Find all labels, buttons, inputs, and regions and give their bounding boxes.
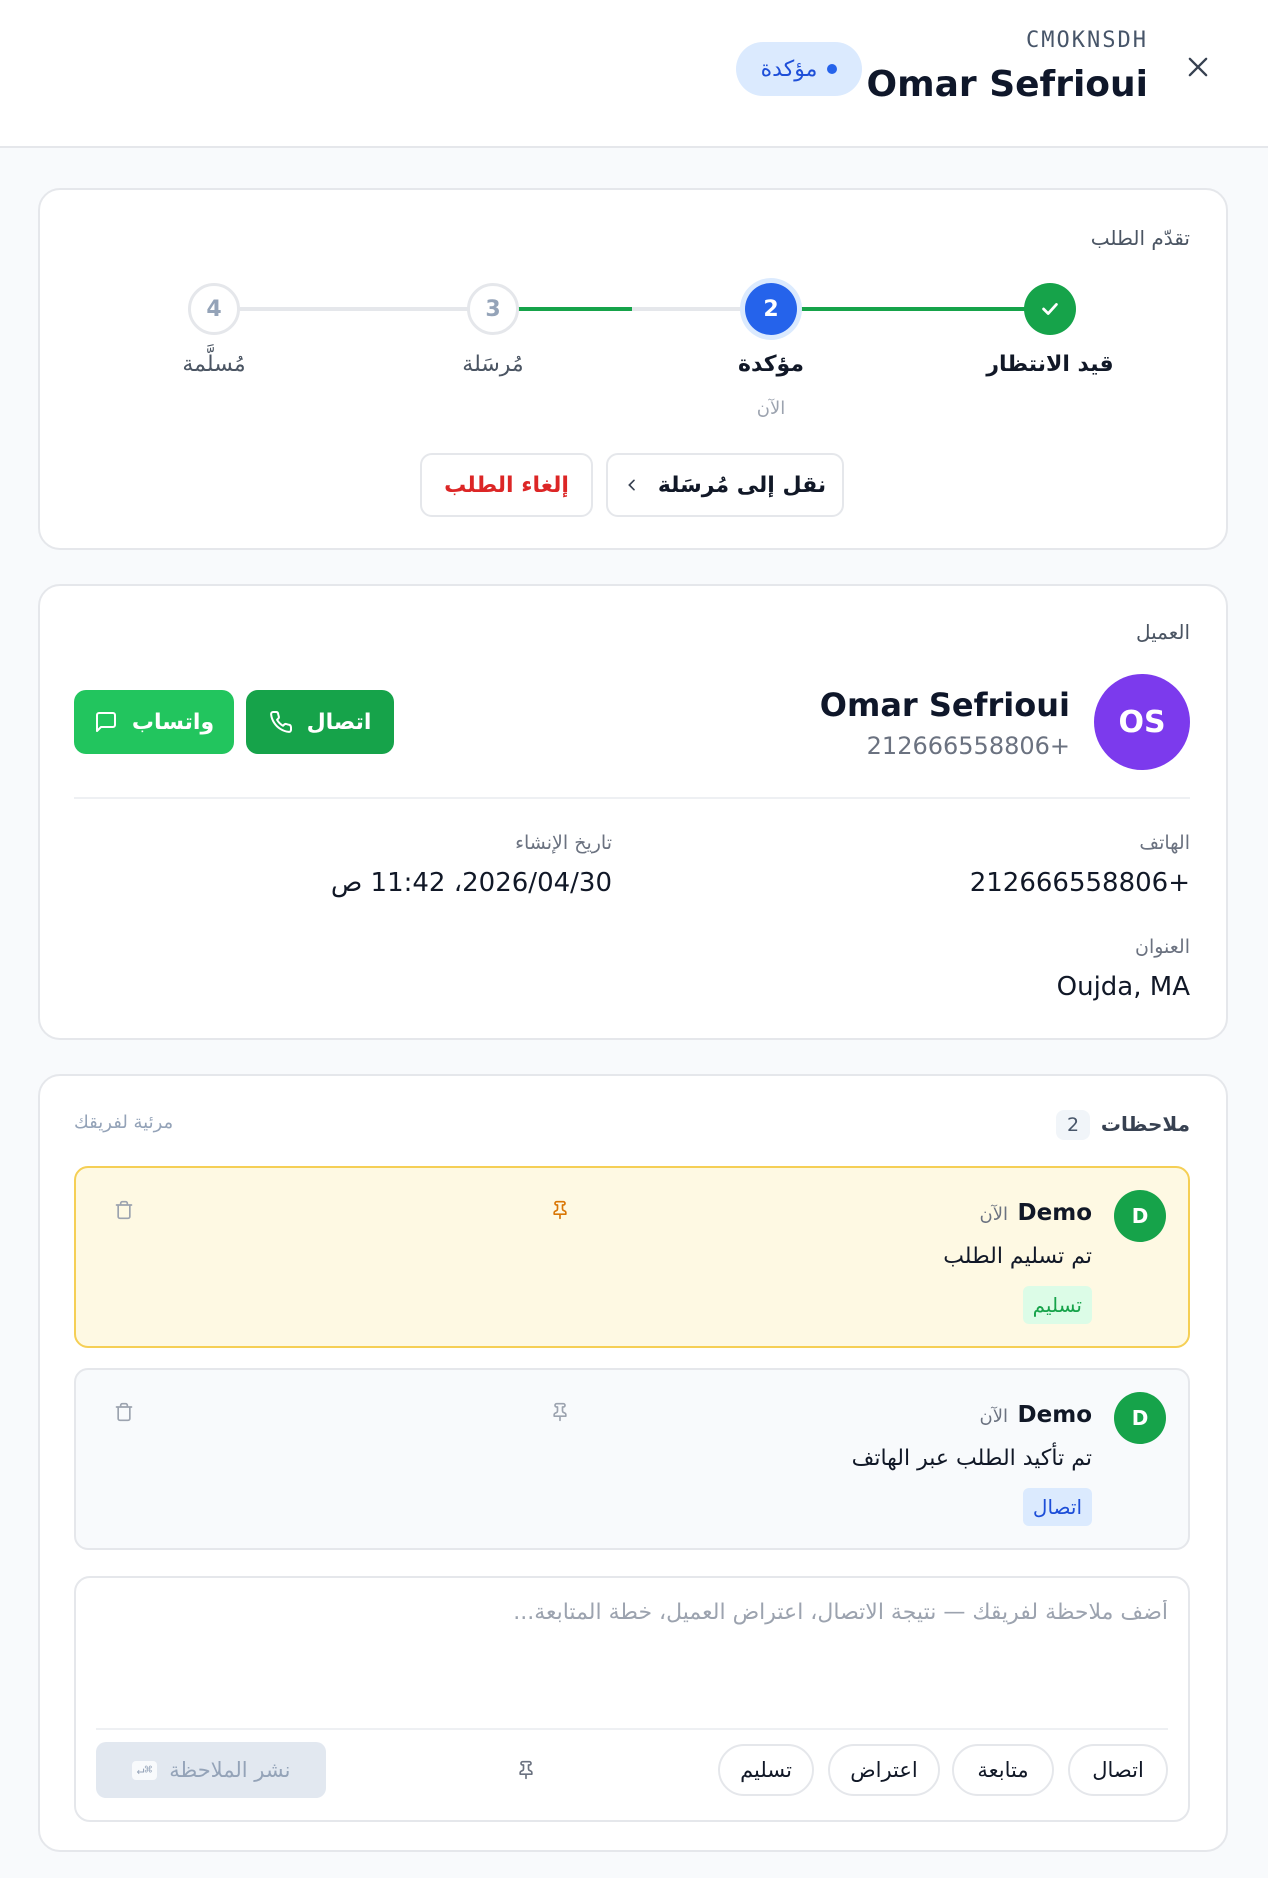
note-input[interactable] <box>98 1600 1168 1720</box>
notes-visibility-label: مرئية لفريقك <box>74 1112 174 1133</box>
close-icon[interactable] <box>1178 50 1218 90</box>
note-item: D Demo الآن تم تسليم الطلب تسليم <box>74 1166 1190 1348</box>
note-tag: اتصال <box>1022 1488 1092 1526</box>
call-button[interactable]: اتصال <box>246 690 394 754</box>
post-note-label: نشر الملاحظة <box>169 1758 291 1782</box>
step-delivered-label: مُسلَّمة <box>182 352 246 377</box>
note-author-avatar: D <box>1114 1190 1166 1242</box>
phone-field-value: 212666558806+ <box>969 868 1190 898</box>
progress-line-2-3 <box>632 307 744 311</box>
address-field-label: العنوان <box>1134 936 1190 958</box>
customer-card <box>38 584 1228 1040</box>
post-note-button[interactable]: نشر الملاحظة ⌘↵ <box>96 1742 326 1798</box>
note-composer: اتصال متابعة اعتراض تسليم نشر الملاحظة ⌘… <box>74 1576 1190 1822</box>
note-time: الآن <box>979 1406 1009 1427</box>
customer-divider <box>74 797 1190 799</box>
customer-name: Omar Sefrioui <box>819 686 1070 724</box>
pin-icon[interactable] <box>546 1196 574 1224</box>
address-field-value: Oujda, MA <box>1056 972 1190 1002</box>
trash-icon[interactable] <box>110 1398 138 1426</box>
status-dot-icon <box>827 64 838 74</box>
chip-call[interactable]: اتصال <box>1068 1744 1168 1796</box>
whatsapp-button[interactable]: واتساب <box>74 690 234 754</box>
phone-icon <box>269 710 292 733</box>
note-author: Demo <box>1017 1200 1092 1226</box>
chip-delivery[interactable]: تسليم <box>718 1744 814 1796</box>
step-pending-label: قيد الانتظار <box>986 352 1114 377</box>
cancel-button-label: إلغاء الطلب <box>444 472 569 498</box>
note-tag: تسليم <box>1022 1286 1092 1324</box>
status-badge-label: مؤكدة <box>760 56 818 82</box>
call-button-label: اتصال <box>306 709 372 735</box>
step-pending-circle <box>1024 283 1076 335</box>
customer-phone: 212666558806+ <box>866 732 1070 760</box>
page-title: Omar Sefrioui <box>866 64 1149 105</box>
note-time: الآن <box>979 1204 1009 1225</box>
step-shipped-label: مُرسَلة <box>462 352 524 377</box>
note-text: تم تسليم الطلب <box>943 1244 1092 1269</box>
composer-divider <box>96 1728 1168 1730</box>
message-icon <box>95 712 116 732</box>
move-to-shipped-button[interactable]: نقل إلى مُرسَلة <box>606 453 844 517</box>
avatar: OS <box>1094 674 1190 770</box>
trash-icon[interactable] <box>110 1196 138 1224</box>
progress-section-label: تقدّم الطلب <box>1090 226 1190 250</box>
phone-field-label: الهاتف <box>1139 832 1190 854</box>
shortcut-hint: ⌘↵ <box>131 1760 158 1780</box>
created-field-value: 2026/04/30، 11:42 ص <box>330 868 612 898</box>
step-shipped-circle: 3 <box>467 283 519 335</box>
step-confirmed-label: مؤكدة <box>738 352 804 377</box>
step-confirmed-time: الآن <box>756 398 786 419</box>
check-icon <box>1042 303 1058 315</box>
customer-section-label: العميل <box>1135 620 1190 644</box>
order-code: CMOKNSDH <box>1026 28 1148 53</box>
status-badge: مؤكدة <box>736 42 862 96</box>
step-confirmed-circle: 2 <box>745 283 797 335</box>
drawer-header: CMOKNSDH Omar Sefrioui مؤكدة <box>0 0 1268 148</box>
pin-icon[interactable] <box>512 1756 540 1784</box>
created-field-label: تاريخ الإنشاء <box>515 832 612 854</box>
chevron-left-icon <box>627 479 635 491</box>
whatsapp-button-label: واتساب <box>131 709 215 735</box>
progress-line-3-4 <box>240 307 468 311</box>
step-delivered-circle: 4 <box>188 283 240 335</box>
move-button-label: نقل إلى مُرسَلة <box>657 472 827 498</box>
note-author: Demo <box>1017 1402 1092 1428</box>
note-author-avatar: D <box>1114 1392 1166 1444</box>
note-item: D Demo الآن تم تأكيد الطلب عبر الهاتف ات… <box>74 1368 1190 1550</box>
pin-icon[interactable] <box>546 1398 574 1426</box>
cancel-order-button[interactable]: إلغاء الطلب <box>420 453 593 517</box>
chip-objection[interactable]: اعتراض <box>828 1744 940 1796</box>
progress-line-1-2 <box>798 307 1026 311</box>
chip-follow-up[interactable]: متابعة <box>952 1744 1054 1796</box>
progress-line-2-3-done <box>518 307 632 311</box>
note-text: تم تأكيد الطلب عبر الهاتف <box>851 1446 1092 1471</box>
notes-count-badge: 2 <box>1056 1110 1090 1140</box>
notes-section-label: ملاحظات <box>1100 1112 1190 1136</box>
